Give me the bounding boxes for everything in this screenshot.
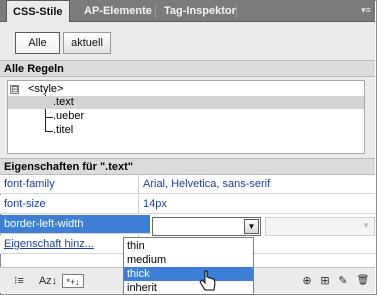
rule-item-titel[interactable]: .titel bbox=[8, 124, 364, 137]
set-properties-view-icon[interactable]: *+↓ bbox=[62, 274, 84, 288]
dropdown-option-thin[interactable]: thin bbox=[124, 239, 253, 253]
all-rules-header[interactable]: Alle Regeln bbox=[0, 60, 375, 77]
attach-style-sheet-icon[interactable]: ⊕ bbox=[300, 274, 314, 288]
rule-item-label: .ueber bbox=[53, 110, 85, 122]
category-view-icon[interactable]: ⁝≡ bbox=[10, 274, 28, 288]
dropdown-option-medium[interactable]: medium bbox=[124, 253, 253, 267]
property-name[interactable]: font-size bbox=[4, 195, 138, 213]
panel-options-menu-icon[interactable]: ▾≡ bbox=[359, 2, 373, 18]
property-value[interactable]: Arial, Helvetica, sans-serif bbox=[143, 175, 270, 193]
property-value-combobox[interactable]: ▼ bbox=[152, 217, 261, 236]
rule-item-ueber[interactable]: .ueber bbox=[8, 110, 364, 123]
rules-tree: ⊟ <style> .text .ueber .titel bbox=[7, 80, 365, 154]
dropdown-option-inherit[interactable]: inherit bbox=[124, 281, 253, 294]
current-mode-button[interactable]: aktuell bbox=[63, 32, 111, 54]
properties-header[interactable]: Eigenschaften für ".text" bbox=[0, 158, 375, 175]
property-name[interactable]: font-family bbox=[4, 175, 138, 193]
add-property-link[interactable]: Eigenschaft hinz... bbox=[4, 235, 138, 253]
new-css-rule-icon[interactable]: ⊞ bbox=[318, 274, 332, 288]
dropdown-arrow-icon: ▼ bbox=[362, 221, 370, 230]
dropdown-arrow-icon[interactable]: ▼ bbox=[244, 219, 259, 234]
panel-tab-bar: CSS-Stile AP-Elemente Tag-Inspektor ▾≡ bbox=[0, 0, 375, 23]
dropdown-option-thick[interactable]: thick bbox=[124, 267, 253, 281]
property-value[interactable]: 14px bbox=[143, 195, 167, 213]
value-dropdown-list: thin medium thick inherit bbox=[123, 237, 254, 295]
property-row-font-size[interactable]: font-size 14px bbox=[0, 195, 375, 214]
rules-section: ⊟ <style> .text .ueber .titel bbox=[0, 77, 375, 158]
column-divider bbox=[138, 195, 139, 214]
tab-separator bbox=[155, 4, 156, 18]
tree-root-style[interactable]: ⊟ <style> bbox=[8, 83, 364, 96]
tab-separator bbox=[236, 4, 237, 18]
alphabetical-view-icon[interactable]: Az↓ bbox=[37, 274, 59, 288]
property-row-border-left-width[interactable]: border-left-width bbox=[0, 215, 150, 234]
property-name[interactable]: border-left-width bbox=[4, 215, 138, 233]
unit-combobox-disabled: ▼ bbox=[265, 217, 375, 236]
rule-item-label: .text bbox=[53, 96, 74, 108]
view-toolbar: Alle aktuell bbox=[0, 22, 375, 60]
property-row-font-family[interactable]: font-family Arial, Helvetica, sans-serif bbox=[0, 175, 375, 194]
all-mode-button[interactable]: Alle bbox=[15, 32, 60, 54]
column-divider bbox=[138, 175, 139, 194]
tab-tag-inspector[interactable]: Tag-Inspektor bbox=[158, 0, 242, 22]
delete-icon[interactable]: 🗑 bbox=[356, 274, 370, 288]
tab-css-styles[interactable]: CSS-Stile bbox=[6, 0, 70, 23]
mouse-cursor-icon bbox=[199, 270, 216, 291]
collapse-icon[interactable]: ⊟ bbox=[10, 85, 19, 94]
tab-ap-elements[interactable]: AP-Elemente bbox=[78, 0, 158, 22]
edit-style-icon[interactable]: ✎ bbox=[336, 274, 350, 288]
rule-item-label: .titel bbox=[53, 124, 74, 136]
rule-item-text[interactable]: .text bbox=[8, 96, 364, 109]
